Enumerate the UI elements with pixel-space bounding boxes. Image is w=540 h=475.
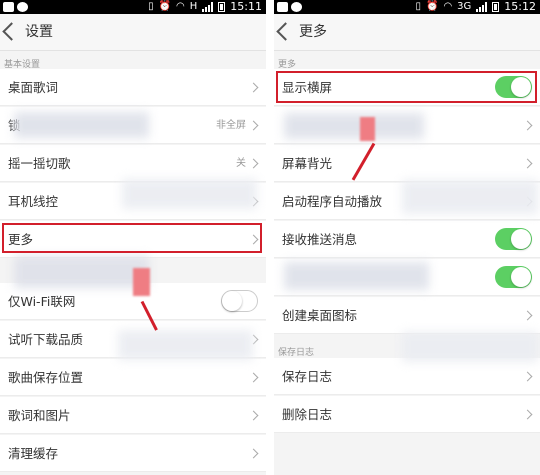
chevron-right-icon xyxy=(248,448,259,459)
battery-icon xyxy=(218,2,226,12)
toggle-knob xyxy=(222,291,242,311)
toggle-knob xyxy=(511,267,531,287)
item-value: 关 xyxy=(236,158,246,169)
item-label: 歌曲保存位置 xyxy=(8,370,84,385)
network-type: H xyxy=(189,1,198,12)
privacy-blur xyxy=(14,112,149,138)
settings-item-lyrics-images[interactable]: 歌词和图片 xyxy=(0,397,266,434)
item-label: 创建桌面图标 xyxy=(282,308,358,323)
more-item-delete-log[interactable]: 删除日志 xyxy=(274,396,540,433)
page-title: 更多 xyxy=(299,24,327,40)
clock: 15:12 xyxy=(504,0,536,13)
vibrate-icon: ▯ xyxy=(148,1,154,12)
privacy-blur xyxy=(118,330,253,360)
chevron-right-icon xyxy=(248,82,259,93)
highlight-box-more xyxy=(2,223,262,253)
app-notification-icon xyxy=(17,2,28,12)
settings-item-clear-cache[interactable]: 清理缓存 xyxy=(0,435,266,472)
privacy-blur xyxy=(14,256,149,288)
image-icon xyxy=(277,2,288,12)
item-label: 屏幕背光 xyxy=(282,156,333,171)
item-label: 保存日志 xyxy=(282,369,333,384)
hidden-option-toggle[interactable] xyxy=(495,266,532,288)
privacy-blur xyxy=(284,262,429,290)
app-notification-icon xyxy=(291,2,302,12)
network-type: 3G xyxy=(457,1,472,12)
item-label: 摇一摇切歌 xyxy=(8,156,71,171)
item-label: 启动程序自动播放 xyxy=(282,194,383,209)
signal-icon xyxy=(476,2,488,12)
wifi-only-toggle[interactable] xyxy=(221,290,258,312)
wifi-icon: ◠ xyxy=(176,1,185,12)
item-label: 接收推送消息 xyxy=(282,232,358,247)
back-arrow-icon[interactable] xyxy=(276,22,295,41)
more-item-save-log[interactable]: 保存日志 xyxy=(274,358,540,395)
chevron-right-icon xyxy=(522,409,533,420)
item-label: 耳机线控 xyxy=(8,194,59,209)
more-item-push[interactable]: 接收推送消息 xyxy=(274,221,540,258)
page-title: 设置 xyxy=(25,24,53,40)
chevron-right-icon xyxy=(522,158,533,169)
highlight-box-landscape xyxy=(276,71,537,103)
alarm-icon: ⏰ xyxy=(158,1,172,12)
chevron-right-icon xyxy=(248,120,259,131)
chevron-right-icon xyxy=(248,410,259,421)
vibrate-icon: ▯ xyxy=(415,1,421,12)
image-icon xyxy=(3,2,14,12)
settings-screen: ▯ ⏰ ◠ H 15:11 设置 基本设置 桌面歌词 锁 非全屏 摇一摇切歌 关… xyxy=(0,0,266,475)
status-bar: ▯ ⏰ ◠ H 15:11 xyxy=(0,0,266,14)
item-label: 试听下载品质 xyxy=(8,332,84,347)
push-toggle[interactable] xyxy=(495,228,532,250)
status-bar: ▯ ⏰ ◠ 3G 15:12 xyxy=(274,0,540,14)
settings-item-shake[interactable]: 摇一摇切歌 关 xyxy=(0,145,266,182)
section-header-log: 保存日志 xyxy=(278,348,315,358)
chevron-right-icon xyxy=(522,310,533,321)
item-value: 非全屏 xyxy=(216,120,246,131)
privacy-blur xyxy=(402,180,538,214)
more-item-backlight[interactable]: 屏幕背光 xyxy=(274,145,540,182)
settings-item-save-location[interactable]: 歌曲保存位置 xyxy=(0,359,266,396)
chevron-right-icon xyxy=(522,120,533,131)
blurred-marker xyxy=(360,117,375,141)
more-settings-screen: ▯ ⏰ ◠ 3G 15:12 更多 更多 显示横屏 屏幕背光 启动程序自动播放 … xyxy=(274,0,540,475)
chevron-right-icon xyxy=(522,371,533,382)
more-item-desktop-icon[interactable]: 创建桌面图标 xyxy=(274,297,540,334)
chevron-right-icon xyxy=(248,158,259,169)
privacy-blur xyxy=(402,332,538,362)
blurred-marker xyxy=(133,268,150,296)
toggle-knob xyxy=(511,229,531,249)
battery-icon xyxy=(492,2,500,12)
settings-item-desktop-lyrics[interactable]: 桌面歌词 xyxy=(0,69,266,106)
item-label: 清理缓存 xyxy=(8,446,59,461)
wifi-icon: ◠ xyxy=(443,1,453,12)
privacy-blur xyxy=(122,179,257,209)
back-arrow-icon[interactable] xyxy=(2,22,21,41)
item-label: 桌面歌词 xyxy=(8,80,59,95)
clock: 15:11 xyxy=(230,0,262,13)
item-label: 仅Wi-Fi联网 xyxy=(8,294,76,309)
chevron-right-icon xyxy=(248,372,259,383)
top-nav-bar: 更多 xyxy=(274,14,540,51)
privacy-blur xyxy=(284,113,424,139)
signal-icon xyxy=(202,2,214,12)
alarm-icon: ⏰ xyxy=(425,1,439,12)
item-label: 删除日志 xyxy=(282,407,333,422)
top-nav-bar: 设置 xyxy=(0,14,266,51)
item-label: 歌词和图片 xyxy=(8,408,71,423)
